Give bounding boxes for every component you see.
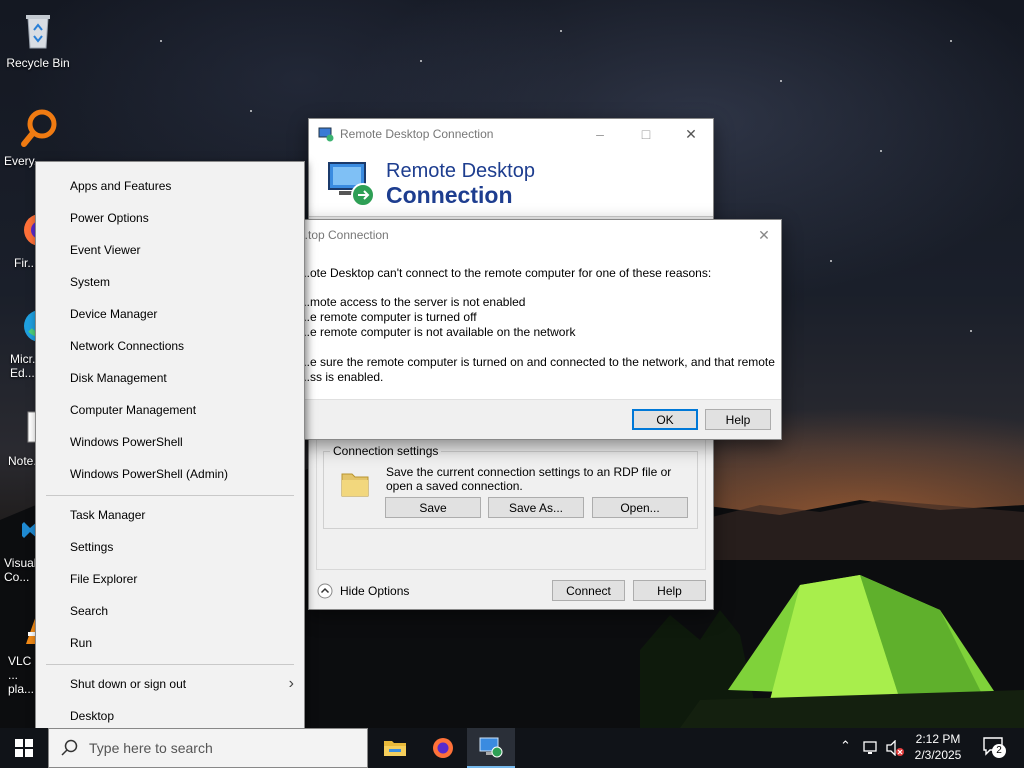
connection-settings-description: Save the current connection settings to … [386,465,672,493]
minimize-button[interactable]: – [577,119,623,149]
error-dialog-titlebar[interactable]: ...top Connection ✕ [286,220,781,250]
volume-muted-icon[interactable] [885,740,905,756]
close-button[interactable]: ✕ [668,119,714,149]
menu-item-windows-powershell-admin[interactable]: Windows PowerShell (Admin) [36,458,304,490]
banner-line2: Connection [386,182,513,208]
error-intro: ...ote Desktop can't connect to the remo… [300,266,712,280]
search-icon [61,739,78,756]
error-dialog-title: ...top Connection [298,228,389,242]
remote-desktop-icon [479,737,503,758]
rdp-banner: Remote Desktop Connection [309,149,713,217]
desktop-icon-label: VLC ... pla... [8,654,35,696]
desktop-icon-label: Visual... Co... [4,556,47,584]
chevron-up-icon[interactable]: ⌃ [840,738,851,754]
dialog-button-bar: OK Help [286,399,781,439]
rdp-titlebar[interactable]: Remote Desktop Connection – □ ✕ [309,119,713,149]
ok-button[interactable]: OK [632,409,698,430]
menu-separator [46,664,294,665]
error-advice: ...e sure the remote computer is turned … [300,355,775,369]
menu-item-task-manager[interactable]: Task Manager [36,499,304,531]
dialog-close-button[interactable]: ✕ [745,220,783,250]
menu-item-power-options[interactable]: Power Options [36,202,304,234]
menu-item-file-explorer[interactable]: File Explorer [36,563,304,595]
firefox-icon [433,738,453,758]
clock-time: 2:12 PM [915,732,961,746]
search-placeholder: Type here to search [89,740,213,756]
windows-logo-icon [15,739,33,757]
rdp-error-dialog: ...top Connection ✕ ...ote Desktop can't… [285,219,782,440]
error-advice: ...ss is enabled. [300,370,384,384]
quick-link-menu: Apps and Features Power Options Event Vi… [35,161,305,741]
connection-settings-legend: Connection settings [330,444,442,458]
folder-icon [341,473,369,497]
menu-item-network-connections[interactable]: Network Connections [36,330,304,362]
notification-center-button[interactable]: 2 [982,736,1006,760]
banner-line1: Remote Desktop [386,160,535,182]
file-explorer-icon [384,741,406,756]
error-reason: ...e remote computer is not available on… [300,325,576,339]
remote-desktop-icon [318,127,334,142]
hide-options-label: Hide Options [340,584,410,598]
error-reason: ...e remote computer is turned off [300,310,477,324]
desktop-icon-recycle-bin[interactable]: Recycle Bin [0,8,76,70]
open-button[interactable]: Open... [592,497,688,518]
menu-item-disk-management[interactable]: Disk Management [36,362,304,394]
network-icon[interactable] [862,740,880,756]
menu-item-system[interactable]: System [36,266,304,298]
dialog-help-button[interactable]: Help [705,409,771,430]
menu-item-computer-management[interactable]: Computer Management [36,394,304,426]
shut-down-label: Shut down or sign out [70,677,187,691]
system-clock[interactable]: 2:12 PM 2/3/2025 [904,731,972,763]
rdp-title: Remote Desktop Connection [340,127,494,141]
menu-separator [46,495,294,496]
menu-item-shut-down[interactable]: Shut down or sign out › [36,668,304,700]
recycle-bin-icon [26,15,50,49]
chevron-right-icon: › [288,675,294,692]
taskbar: Type here to search ⌃ 2:12 PM 2/3/2025 2 [0,728,1024,768]
taskbar-remote-desktop[interactable] [467,728,515,768]
save-button[interactable]: Save [385,497,481,518]
maximize-button[interactable]: □ [623,119,669,149]
collapse-up-icon [317,583,333,599]
menu-item-search[interactable]: Search [36,595,304,627]
menu-item-device-manager[interactable]: Device Manager [36,298,304,330]
connect-button[interactable]: Connect [552,580,625,601]
everything-search-icon [21,109,57,147]
desktop-icon-label: Recycle Bin [6,56,70,70]
clock-date: 2/3/2025 [914,748,962,762]
error-message: ...ote Desktop can't connect to the remo… [300,266,775,385]
hide-options-toggle[interactable]: Hide Options [317,583,409,599]
menu-item-apps-and-features[interactable]: Apps and Features [36,170,304,202]
desktop-icon-label: Micr... Ed... [10,352,42,380]
taskbar-file-explorer[interactable] [371,728,419,768]
remote-desktop-logo-icon [328,162,375,207]
taskbar-firefox[interactable] [419,728,467,768]
menu-item-run[interactable]: Run [36,627,304,659]
menu-item-settings[interactable]: Settings [36,531,304,563]
notification-count-badge: 2 [992,744,1006,758]
menu-item-windows-powershell[interactable]: Windows PowerShell [36,426,304,458]
rdp-help-button[interactable]: Help [633,580,706,601]
desktop-icon-everything[interactable]: Every... [0,106,76,168]
menu-item-event-viewer[interactable]: Event Viewer [36,234,304,266]
error-reason: ...mote access to the server is not enab… [300,295,526,309]
start-button[interactable] [0,728,48,768]
save-as-button[interactable]: Save As... [488,497,584,518]
taskbar-search-box[interactable]: Type here to search [48,728,368,768]
